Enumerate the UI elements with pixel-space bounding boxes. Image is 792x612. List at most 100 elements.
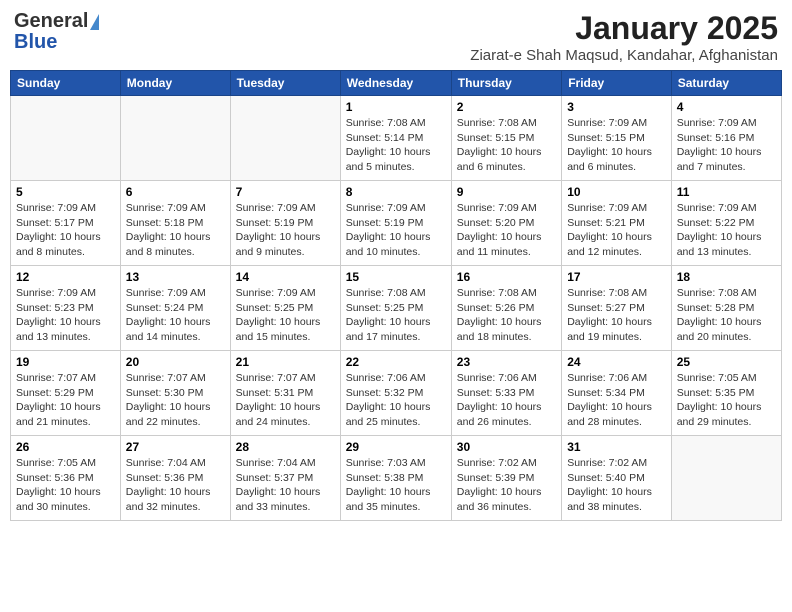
calendar-cell: 25 Sunrise: 7:05 AMSunset: 5:35 PMDayligh… — [671, 351, 781, 436]
day-number: 22 — [346, 355, 446, 369]
cell-info: Sunrise: 7:03 AMSunset: 5:38 PMDaylight:… — [346, 456, 446, 515]
logo-blue: Blue — [14, 31, 57, 54]
day-number: 5 — [16, 185, 115, 199]
cell-info: Sunrise: 7:08 AMSunset: 5:14 PMDaylight:… — [346, 116, 446, 175]
title-area: January 2025 Ziarat-e Shah Maqsud, Kanda… — [470, 10, 778, 64]
day-number: 8 — [346, 185, 446, 199]
calendar-cell — [671, 436, 781, 521]
calendar-cell: 18 Sunrise: 7:08 AMSunset: 5:28 PMDayligh… — [671, 266, 781, 351]
day-number: 7 — [236, 185, 335, 199]
cell-info: Sunrise: 7:09 AMSunset: 5:25 PMDaylight:… — [236, 286, 335, 345]
calendar-cell: 28Sunrise: 7:04 AMSunset: 5:37 PMDayligh… — [230, 436, 340, 521]
day-number: 25 — [677, 355, 776, 369]
day-number: 4 — [677, 100, 776, 114]
week-row-1: 1 Sunrise: 7:08 AMSunset: 5:14 PMDaylight… — [11, 96, 782, 181]
calendar-cell: 23Sunrise: 7:06 AMSunset: 5:33 PMDayligh… — [451, 351, 561, 436]
day-header-thursday: Thursday — [451, 71, 561, 96]
calendar-cell: 3Sunrise: 7:09 AMSunset: 5:15 PMDaylight… — [562, 96, 672, 181]
day-number: 2 — [457, 100, 556, 114]
day-number: 27 — [126, 440, 225, 454]
day-number: 1 — [346, 100, 446, 114]
calendar-cell — [11, 96, 121, 181]
week-row-3: 12 Sunrise: 7:09 AMSunset: 5:23 PMDayligh… — [11, 266, 782, 351]
cell-info: Sunrise: 7:08 AMSunset: 5:25 PMDaylight:… — [346, 286, 446, 345]
day-number: 21 — [236, 355, 335, 369]
day-number: 31 — [567, 440, 666, 454]
day-header-wednesday: Wednesday — [340, 71, 451, 96]
cell-info: Sunrise: 7:06 AMSunset: 5:34 PMDaylight:… — [567, 371, 666, 430]
cell-info: Sunrise: 7:02 AMSunset: 5:40 PMDaylight:… — [567, 456, 666, 515]
cell-info: Sunrise: 7:06 AMSunset: 5:33 PMDaylight:… — [457, 371, 556, 430]
calendar-cell: 4 Sunrise: 7:09 AMSunset: 5:16 PMDaylight… — [671, 96, 781, 181]
day-number: 14 — [236, 270, 335, 284]
calendar-cell: 14 Sunrise: 7:09 AMSunset: 5:25 PMDayligh… — [230, 266, 340, 351]
day-number: 28 — [236, 440, 335, 454]
week-row-2: 5 Sunrise: 7:09 AMSunset: 5:17 PMDaylight… — [11, 181, 782, 266]
logo-general: General — [14, 10, 88, 33]
calendar-cell — [120, 96, 230, 181]
cell-info: Sunrise: 7:09 AMSunset: 5:24 PMDaylight:… — [126, 286, 225, 345]
cell-info: Sunrise: 7:08 AMSunset: 5:26 PMDaylight:… — [457, 286, 556, 345]
calendar-cell: 27Sunrise: 7:04 AMSunset: 5:36 PMDayligh… — [120, 436, 230, 521]
day-number: 20 — [126, 355, 225, 369]
day-number: 3 — [567, 100, 666, 114]
day-number: 6 — [126, 185, 225, 199]
cell-info: Sunrise: 7:08 AMSunset: 5:15 PMDaylight:… — [457, 116, 556, 175]
cell-info: Sunrise: 7:09 AMSunset: 5:18 PMDaylight:… — [126, 201, 225, 260]
month-title: January 2025 — [470, 10, 778, 47]
cell-info: Sunrise: 7:07 AMSunset: 5:29 PMDaylight:… — [16, 371, 115, 430]
day-number: 12 — [16, 270, 115, 284]
day-header-sunday: Sunday — [11, 71, 121, 96]
day-number: 16 — [457, 270, 556, 284]
calendar-cell: 11 Sunrise: 7:09 AMSunset: 5:22 PMDayligh… — [671, 181, 781, 266]
day-number: 18 — [677, 270, 776, 284]
week-row-5: 26 Sunrise: 7:05 AMSunset: 5:36 PMDayligh… — [11, 436, 782, 521]
cell-info: Sunrise: 7:09 AMSunset: 5:20 PMDaylight:… — [457, 201, 556, 260]
calendar-cell: 17 Sunrise: 7:08 AMSunset: 5:27 PMDayligh… — [562, 266, 672, 351]
cell-info: Sunrise: 7:09 AMSunset: 5:23 PMDaylight:… — [16, 286, 115, 345]
cell-info: Sunrise: 7:08 AMSunset: 5:28 PMDaylight:… — [677, 286, 776, 345]
calendar-cell: 19 Sunrise: 7:07 AMSunset: 5:29 PMDayligh… — [11, 351, 121, 436]
cell-info: Sunrise: 7:09 AMSunset: 5:17 PMDaylight:… — [16, 201, 115, 260]
calendar-cell: 13 Sunrise: 7:09 AMSunset: 5:24 PMDayligh… — [120, 266, 230, 351]
day-number: 29 — [346, 440, 446, 454]
day-number: 26 — [16, 440, 115, 454]
calendar-cell: 9 Sunrise: 7:09 AMSunset: 5:20 PMDaylight… — [451, 181, 561, 266]
calendar-cell: 22 Sunrise: 7:06 AMSunset: 5:32 PMDayligh… — [340, 351, 451, 436]
calendar-cell: 12 Sunrise: 7:09 AMSunset: 5:23 PMDayligh… — [11, 266, 121, 351]
day-header-friday: Friday — [562, 71, 672, 96]
calendar-cell: 5 Sunrise: 7:09 AMSunset: 5:17 PMDaylight… — [11, 181, 121, 266]
cell-info: Sunrise: 7:02 AMSunset: 5:39 PMDaylight:… — [457, 456, 556, 515]
calendar-cell: 30 Sunrise: 7:02 AMSunset: 5:39 PMDayligh… — [451, 436, 561, 521]
day-number: 19 — [16, 355, 115, 369]
calendar-cell: 20 Sunrise: 7:07 AMSunset: 5:30 PMDayligh… — [120, 351, 230, 436]
day-number: 10 — [567, 185, 666, 199]
calendar-cell: 6 Sunrise: 7:09 AMSunset: 5:18 PMDaylight… — [120, 181, 230, 266]
cell-info: Sunrise: 7:08 AMSunset: 5:27 PMDaylight:… — [567, 286, 666, 345]
day-number: 17 — [567, 270, 666, 284]
logo-triangle-icon — [90, 14, 99, 30]
cell-info: Sunrise: 7:09 AMSunset: 5:22 PMDaylight:… — [677, 201, 776, 260]
cell-info: Sunrise: 7:07 AMSunset: 5:30 PMDaylight:… — [126, 371, 225, 430]
calendar-cell: 10 Sunrise: 7:09 AMSunset: 5:21 PMDayligh… — [562, 181, 672, 266]
calendar-cell: 1 Sunrise: 7:08 AMSunset: 5:14 PMDaylight… — [340, 96, 451, 181]
calendar-table: SundayMondayTuesdayWednesdayThursdayFrid… — [10, 70, 782, 521]
cell-info: Sunrise: 7:09 AMSunset: 5:19 PMDaylight:… — [346, 201, 446, 260]
cell-info: Sunrise: 7:05 AMSunset: 5:36 PMDaylight:… — [16, 456, 115, 515]
day-number: 11 — [677, 185, 776, 199]
day-header-monday: Monday — [120, 71, 230, 96]
cell-info: Sunrise: 7:06 AMSunset: 5:32 PMDaylight:… — [346, 371, 446, 430]
calendar-cell: 16 Sunrise: 7:08 AMSunset: 5:26 PMDayligh… — [451, 266, 561, 351]
cell-info: Sunrise: 7:09 AMSunset: 5:16 PMDaylight:… — [677, 116, 776, 175]
day-number: 9 — [457, 185, 556, 199]
calendar-cell: 21 Sunrise: 7:07 AMSunset: 5:31 PMDayligh… — [230, 351, 340, 436]
day-number: 30 — [457, 440, 556, 454]
day-number: 13 — [126, 270, 225, 284]
cell-info: Sunrise: 7:05 AMSunset: 5:35 PMDaylight:… — [677, 371, 776, 430]
cell-info: Sunrise: 7:09 AMSunset: 5:21 PMDaylight:… — [567, 201, 666, 260]
cell-info: Sunrise: 7:07 AMSunset: 5:31 PMDaylight:… — [236, 371, 335, 430]
calendar-cell: 7 Sunrise: 7:09 AMSunset: 5:19 PMDaylight… — [230, 181, 340, 266]
calendar-cell: 8 Sunrise: 7:09 AMSunset: 5:19 PMDaylight… — [340, 181, 451, 266]
cell-info: Sunrise: 7:09 AMSunset: 5:19 PMDaylight:… — [236, 201, 335, 260]
day-header-tuesday: Tuesday — [230, 71, 340, 96]
